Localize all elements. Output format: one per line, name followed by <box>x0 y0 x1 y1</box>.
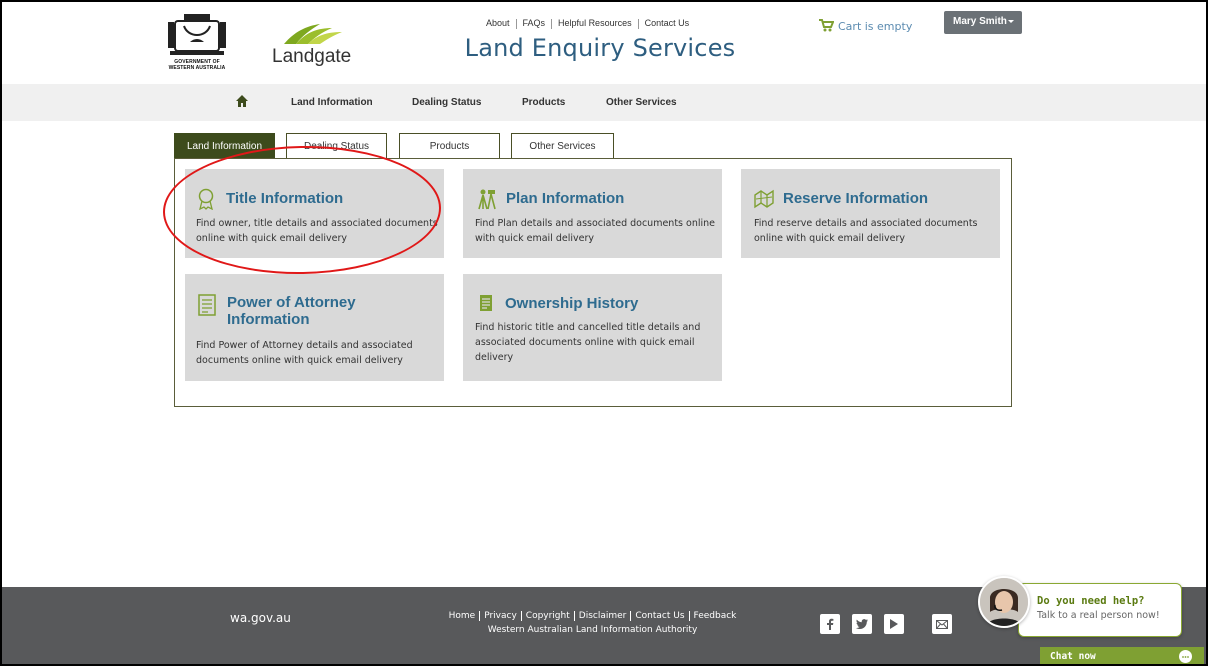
site-title: Land Enquiry Services <box>464 34 736 62</box>
card-title: Plan Information <box>506 190 625 207</box>
top-link-helpful-resources[interactable]: Helpful Resources <box>558 18 632 28</box>
card-title-line: Power of Attorney <box>227 294 356 311</box>
tab-land-information[interactable]: Land Information <box>174 133 275 159</box>
chevron-down-icon <box>1008 20 1014 23</box>
card-description: Find reserve details and associated docu… <box>754 216 978 246</box>
chat-help-bubble[interactable]: Do you need help? Talk to a real person … <box>1018 583 1182 637</box>
footer-link-disclaimer[interactable]: Disclaimer <box>579 611 627 621</box>
tab-dealing-status[interactable]: Dealing Status <box>286 133 387 159</box>
top-link-faqs[interactable]: FAQs <box>523 18 546 28</box>
chat-agent-avatar[interactable] <box>978 576 1030 628</box>
divider <box>630 610 632 621</box>
card-plan-information[interactable]: Plan Information Find Plan details and a… <box>463 169 722 258</box>
divider <box>637 18 639 29</box>
card-description-line: Find Power of Attorney details and assoc… <box>196 340 413 351</box>
divider <box>688 610 690 621</box>
divider <box>573 610 575 621</box>
top-link-about[interactable]: About <box>486 18 510 28</box>
card-title: Ownership History <box>505 295 639 312</box>
facebook-icon <box>827 618 834 630</box>
user-menu-button[interactable]: Mary Smith <box>944 11 1022 34</box>
card-description-line: Find owner, title details and associated… <box>196 218 438 229</box>
card-description-line: Find historic title and cancelled title … <box>475 322 701 333</box>
card-description-line: Find Plan details and associated documen… <box>475 218 715 229</box>
footer-authority: Western Australian Land Information Auth… <box>487 625 698 635</box>
user-name: Mary Smith <box>953 16 1007 27</box>
card-description-line: online with quick email delivery <box>196 233 347 244</box>
top-links: About FAQs Helpful Resources Contact Us <box>486 18 689 29</box>
card-description-line: Find reserve details and associated docu… <box>754 218 978 229</box>
home-icon[interactable] <box>236 95 248 107</box>
cart-link[interactable]: Cart is empty <box>818 18 912 33</box>
youtube-icon <box>890 619 898 629</box>
footer-link-row: Home Privacy Copyright Disclaimer Contact Us… <box>420 609 765 623</box>
card-reserve-information[interactable]: Reserve Information Find reserve details… <box>741 169 1000 258</box>
tab-products[interactable]: Products <box>399 133 500 159</box>
footer-link-copyright[interactable]: Copyright <box>526 611 570 621</box>
divider <box>479 610 481 621</box>
nav-dealing-status[interactable]: Dealing Status <box>412 97 481 108</box>
wa-government-crest[interactable]: GOVERNMENT OF WESTERN AUSTRALIA <box>162 12 232 76</box>
chat-bubble-icon <box>1179 650 1192 663</box>
brand-name: Landgate <box>272 46 352 67</box>
card-title: Reserve Information <box>783 190 929 207</box>
footer-links: Home Privacy Copyright Disclaimer Contact Us… <box>420 609 765 637</box>
card-description: Find Power of Attorney details and assoc… <box>196 338 413 368</box>
divider <box>520 610 522 621</box>
nav-other-services[interactable]: Other Services <box>606 97 677 108</box>
footer-link-home[interactable]: Home <box>449 611 476 621</box>
landgate-swoosh-icon <box>284 24 342 44</box>
gov-label-line2: WESTERN AUSTRALIA <box>168 65 226 71</box>
cart-icon <box>819 19 835 32</box>
nav-land-information[interactable]: Land Information <box>291 97 373 108</box>
card-description: Find owner, title details and associated… <box>196 216 438 246</box>
card-description-line: documents online with quick email delive… <box>196 355 403 366</box>
surveyor-icon <box>478 189 496 210</box>
card-description: Find historic title and cancelled title … <box>475 320 700 365</box>
card-description-line: delivery <box>475 352 514 363</box>
card-description: Find Plan details and associated documen… <box>475 216 715 246</box>
card-title-information[interactable]: Title Information Find owner, title deta… <box>185 169 444 258</box>
gov-label: GOVERNMENT OF WESTERN AUSTRALIA <box>162 59 232 71</box>
card-description-line: associated documents online with quick e… <box>475 337 695 348</box>
facebook-button[interactable] <box>820 614 840 634</box>
email-icon <box>936 619 948 629</box>
card-ownership-history[interactable]: Ownership History Find historic title an… <box>463 274 722 381</box>
card-description-line: online with quick email delivery <box>754 233 905 244</box>
card-title: Power of Attorney Information <box>227 294 356 328</box>
nav-products[interactable]: Products <box>522 97 565 108</box>
top-link-contact-us[interactable]: Contact Us <box>645 18 690 28</box>
card-title-line: Information <box>227 311 310 328</box>
divider <box>515 18 517 29</box>
twitter-button[interactable] <box>852 614 872 634</box>
footer-link-privacy[interactable]: Privacy <box>484 611 517 621</box>
cart-text: Cart is empty <box>838 20 913 33</box>
youtube-button[interactable] <box>884 614 904 634</box>
ribbon-award-icon <box>198 188 214 210</box>
chat-subtitle: Talk to a real person now! <box>1037 610 1160 621</box>
email-button[interactable] <box>932 614 952 634</box>
landgate-logo[interactable]: Landgate <box>272 20 362 78</box>
document-list-icon <box>198 294 216 316</box>
chat-now-label: Chat now <box>1050 651 1096 662</box>
card-title: Title Information <box>226 190 344 207</box>
crest-icon <box>168 14 226 55</box>
history-document-icon <box>480 295 492 311</box>
card-description-line: with quick email delivery <box>475 233 594 244</box>
tab-other-services[interactable]: Other Services <box>511 133 614 159</box>
main-nav: Land Information Dealing Status Products… <box>0 84 1208 121</box>
footer-link-feedback[interactable]: Feedback <box>694 611 737 621</box>
chat-now-button[interactable]: Chat now <box>1040 647 1204 666</box>
agent-avatar-icon <box>980 578 1028 626</box>
footer-wa-link[interactable]: wa.gov.au <box>230 611 291 625</box>
chat-title: Do you need help? <box>1037 595 1145 607</box>
card-power-of-attorney[interactable]: Power of Attorney Information Find Power… <box>185 274 444 381</box>
divider <box>551 18 553 29</box>
site-header: GOVERNMENT OF WESTERN AUSTRALIA Landgate… <box>0 0 1208 84</box>
map-icon <box>754 189 774 209</box>
footer-link-contact-us[interactable]: Contact Us <box>635 611 684 621</box>
twitter-icon <box>856 619 868 629</box>
